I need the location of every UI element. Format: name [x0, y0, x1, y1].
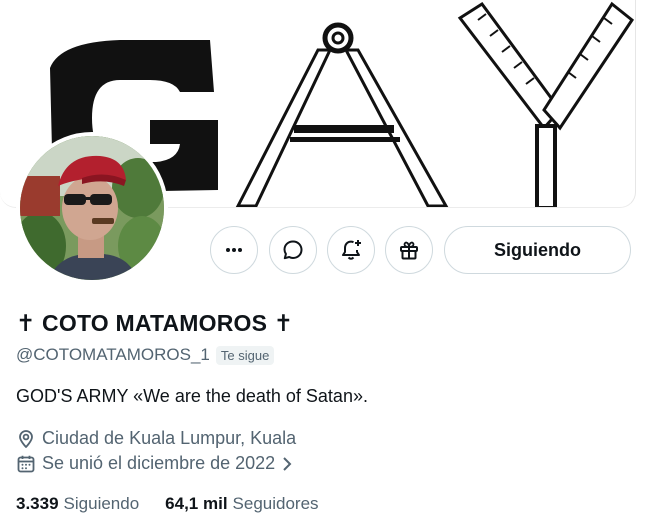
gift-icon: [400, 241, 418, 260]
gift-button[interactable]: [385, 226, 433, 274]
location-row: Ciudad de Kuala Lumpur, Kuala: [16, 428, 296, 449]
following-count: 3.339: [16, 494, 59, 513]
banner-square-right-arm: [542, 1, 635, 131]
message-bubble-icon: [283, 240, 303, 260]
handle-row: @COTOMATAMOROS_1 Te sigue: [16, 345, 275, 365]
bio: GOD'S ARMY «We are the death of Satan».: [16, 386, 368, 406]
avatar[interactable]: [16, 132, 168, 284]
following-stat-link[interactable]: 3.339 Siguiendo: [16, 494, 139, 514]
joined-text: Se unió el diciembre de 2022: [42, 453, 276, 473]
followers-label: Seguidores: [232, 494, 319, 513]
location-text: Ciudad de Kuala Lumpur, Kuala: [42, 428, 297, 448]
more-horizontal-icon: [226, 248, 242, 252]
avatar-photo: [20, 136, 164, 280]
location-pin-icon: [19, 429, 33, 448]
notify-button[interactable]: [327, 226, 375, 274]
banner-compass-head: [322, 22, 354, 54]
calendar-icon: [17, 455, 35, 472]
banner-square-stem: [535, 124, 557, 207]
handle: @COTOMATAMOROS_1: [16, 345, 210, 364]
followers-count: 64,1 mil: [165, 494, 228, 513]
following-label: Siguiendo: [63, 494, 140, 513]
message-button[interactable]: [269, 226, 317, 274]
following-button[interactable]: Siguiendo: [444, 226, 631, 274]
bell-plus-icon: [342, 240, 361, 260]
chevron-right-icon: [283, 456, 292, 471]
followers-stat-link[interactable]: 64,1 mil Seguidores: [165, 494, 318, 514]
more-button[interactable]: [210, 226, 258, 274]
follows-you-badge: Te sigue: [215, 345, 275, 365]
follow-stats: 3.339 Siguiendo 64,1 mil Seguidores: [16, 494, 319, 514]
display-name: ✝ COTO MATAMOROS ✝: [16, 310, 294, 336]
joined-date-row[interactable]: Se unió el diciembre de 2022: [16, 453, 299, 474]
